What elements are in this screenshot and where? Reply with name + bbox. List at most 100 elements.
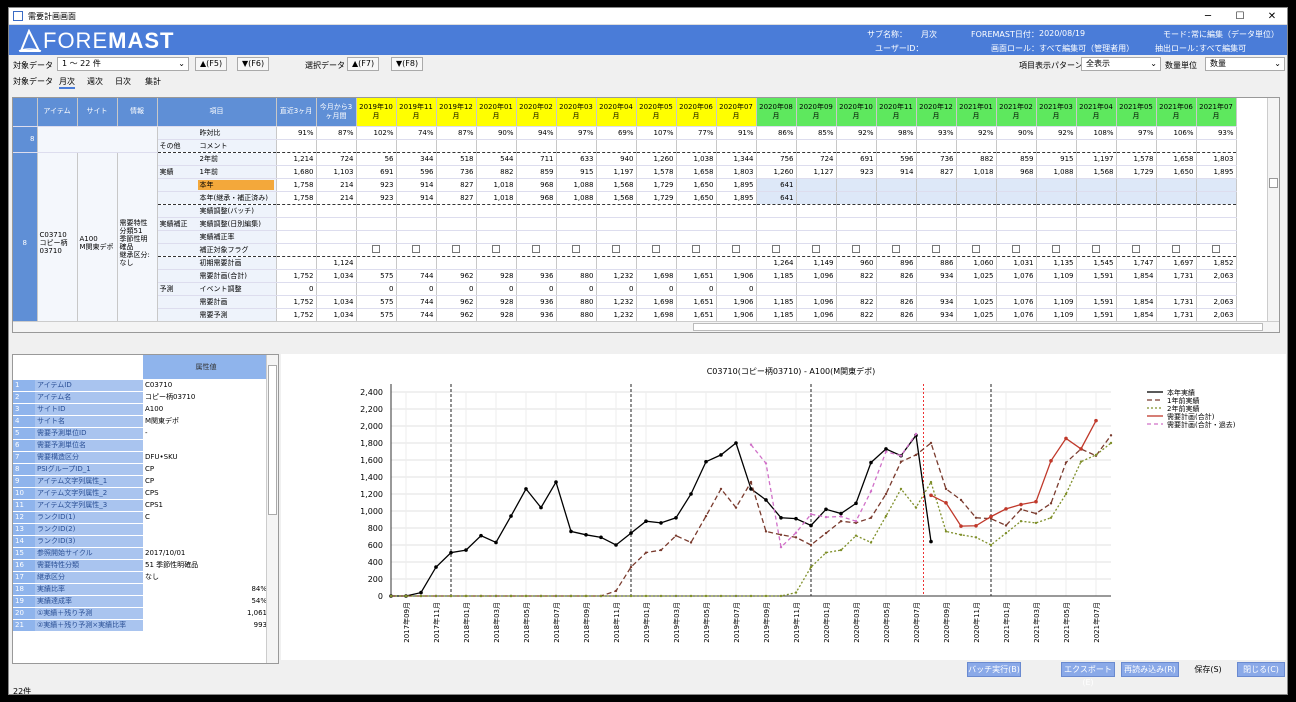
cell-value[interactable]: 1,591 (1076, 308, 1117, 322)
cell-value[interactable] (916, 282, 957, 296)
cell-value[interactable] (396, 204, 437, 218)
cell-value[interactable] (1036, 230, 1077, 244)
cell-value[interactable] (1116, 178, 1157, 192)
cell-value[interactable] (956, 282, 997, 296)
attr-row[interactable]: 1 アイテムID C03710 (13, 379, 269, 392)
cell-value[interactable] (1156, 204, 1197, 218)
cell-value[interactable]: 108% (1076, 126, 1117, 140)
col-month[interactable]: 2020年11月 (876, 98, 917, 127)
cell-value[interactable] (556, 139, 597, 153)
cell-value[interactable] (356, 139, 397, 153)
cell-value[interactable]: 102% (356, 126, 397, 140)
cell-value[interactable]: 1,109 (1036, 295, 1077, 309)
cell-value[interactable]: 1,729 (1116, 165, 1157, 179)
cell-value[interactable]: 1,803 (716, 165, 757, 179)
cell-value[interactable] (796, 282, 837, 296)
cell-next3[interactable]: 214 (316, 178, 357, 192)
cell-value[interactable] (876, 204, 917, 218)
cell-value[interactable] (1156, 282, 1197, 296)
cell-value[interactable] (596, 217, 637, 231)
cell-value[interactable]: 1,591 (1076, 295, 1117, 309)
flag-checkbox[interactable] (692, 244, 700, 253)
cell-value[interactable] (1116, 282, 1157, 296)
cell-value[interactable] (755, 243, 797, 257)
attr-row[interactable]: 15 参照開始サイクル 2017/10/01 (13, 547, 269, 560)
cell-value[interactable] (956, 243, 997, 257)
cell-value[interactable]: 106% (1156, 126, 1197, 140)
cell-value[interactable]: 1,031 (996, 256, 1037, 270)
cell-value[interactable]: 962 (436, 308, 477, 322)
attr-value[interactable]: DFU•SKU (143, 451, 269, 464)
tab-weekly[interactable]: 週次 (87, 76, 103, 87)
cell-value[interactable]: 882 (956, 152, 997, 166)
col-month[interactable]: 2020年10月 (836, 98, 877, 127)
cell-value[interactable]: 0 (716, 282, 757, 296)
next-f6-button[interactable]: ▼(F6) (237, 57, 270, 71)
cell-value[interactable]: 596 (876, 152, 917, 166)
cell-next3[interactable]: 1,034 (316, 295, 357, 309)
attr-value[interactable] (143, 535, 269, 548)
cell-value[interactable] (476, 204, 517, 218)
cell-value[interactable]: 0 (556, 282, 597, 296)
cell-value[interactable]: 915 (1036, 152, 1077, 166)
cell-value[interactable]: 822 (836, 308, 877, 322)
cell-value[interactable] (1156, 217, 1197, 231)
cell-value[interactable]: 827 (916, 165, 957, 179)
cell-value[interactable] (1196, 191, 1237, 205)
cell-value[interactable] (956, 230, 997, 244)
col-month[interactable]: 2021年05月 (1116, 98, 1157, 127)
cell-value[interactable]: 1,895 (1196, 165, 1237, 179)
cell-value[interactable]: 934 (916, 308, 957, 322)
cell-value[interactable]: 0 (396, 282, 437, 296)
cell-value[interactable] (396, 139, 437, 153)
col-month[interactable]: 2021年04月 (1076, 98, 1117, 127)
cell-value[interactable] (1076, 282, 1117, 296)
cell-value[interactable]: 575 (356, 308, 397, 322)
cell-value[interactable]: 826 (876, 269, 917, 283)
unit-select[interactable]: 数量 ⌄ (1205, 57, 1285, 71)
cell-value[interactable]: 936 (516, 269, 557, 283)
cell-value[interactable] (1036, 243, 1077, 257)
prev-f7-button[interactable]: ▲(F7) (347, 57, 380, 71)
cell-recent3[interactable]: 1,680 (276, 165, 317, 179)
cell-value[interactable] (956, 139, 997, 153)
cell-value[interactable]: 1,076 (996, 295, 1037, 309)
cell-value[interactable]: 0 (636, 282, 677, 296)
cell-value[interactable]: 826 (876, 308, 917, 322)
cell-recent3[interactable]: 1,758 (276, 178, 317, 192)
cell-value[interactable] (1036, 204, 1077, 218)
cell-value[interactable]: 1,854 (1116, 269, 1157, 283)
attr-value[interactable]: C (143, 511, 269, 524)
cell-value[interactable] (876, 230, 917, 244)
cell-value[interactable] (876, 243, 917, 257)
hscroll-thumb[interactable] (693, 323, 1263, 331)
cell-value[interactable] (996, 217, 1037, 231)
cell-next3[interactable]: 1,124 (316, 256, 357, 270)
cell-value[interactable]: 1,197 (596, 165, 637, 179)
cell-value[interactable] (796, 139, 837, 153)
cell-value[interactable]: 344 (396, 152, 437, 166)
col-month[interactable]: 2020年08月 (756, 98, 797, 127)
cell-value[interactable] (796, 204, 837, 218)
flag-checkbox[interactable] (412, 244, 420, 253)
cell-value[interactable] (956, 191, 997, 205)
attr-scrollbar[interactable] (266, 355, 278, 663)
cell-value[interactable]: 1,185 (755, 269, 797, 283)
cell-value[interactable]: 1,906 (716, 308, 757, 322)
cell-value[interactable] (755, 204, 797, 218)
cell-recent3[interactable]: 1,752 (276, 295, 317, 309)
cell-value[interactable]: 1,088 (556, 191, 597, 205)
cell-value[interactable] (1036, 139, 1077, 153)
cell-value[interactable] (636, 204, 677, 218)
cell-value[interactable]: 98% (876, 126, 917, 140)
cell-next3[interactable]: 1,034 (316, 308, 357, 322)
cell-value[interactable] (755, 282, 797, 296)
cell-value[interactable] (996, 230, 1037, 244)
cell-value[interactable]: 1,906 (716, 295, 757, 309)
cell-value[interactable] (836, 139, 877, 153)
cell-value[interactable] (596, 230, 637, 244)
cell-value[interactable] (676, 256, 717, 270)
col-info[interactable]: 情報 (117, 98, 158, 127)
col-month[interactable]: 2020年12月 (916, 98, 957, 127)
cell-value[interactable]: 1,568 (596, 178, 637, 192)
